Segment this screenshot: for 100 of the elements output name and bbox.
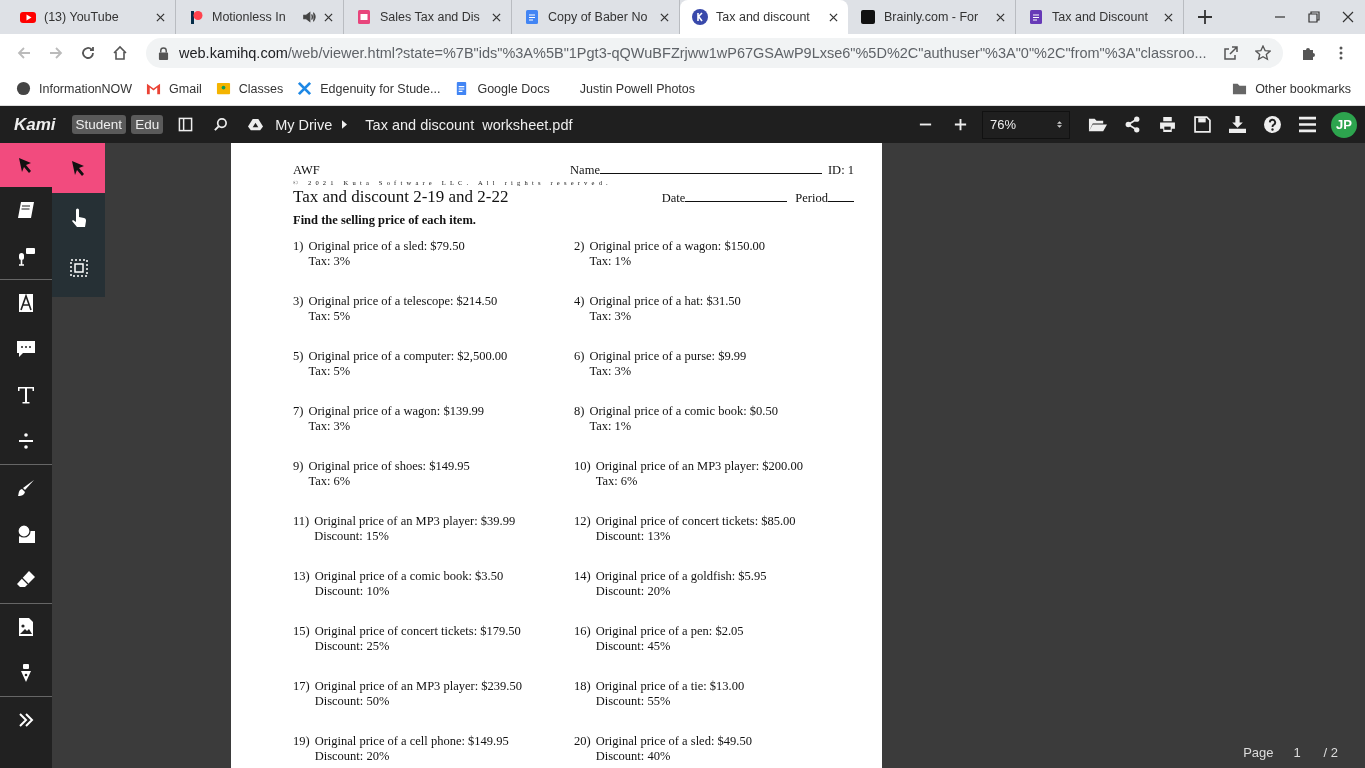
problem-number: 10) [574, 459, 591, 475]
problem-rate: Discount: 45% [595, 639, 672, 654]
bookmark[interactable]: Justin Powell Photos [563, 81, 696, 96]
k-logo-icon [692, 9, 708, 25]
problem-text: Original price of a goldfish: $5.95 [595, 569, 767, 584]
restore-icon[interactable] [1308, 11, 1320, 23]
print-icon[interactable] [1158, 116, 1177, 133]
browser-tab[interactable]: Tax and discount [680, 0, 848, 34]
period-label: Period [795, 191, 828, 206]
url-text: web.kamihq.com/web/viewer.html?state=%7B"ids"%3A%5B"1Pgt3-qQWuBFZrjww1wP67GSAwP9Lxse6"%5D%2C"authuser"%3A"0"%2C"from"%3A"classroo... [179, 45, 1207, 61]
problem-text: Original price of a comic book: $0.50 [589, 404, 778, 419]
tab-title: Copy of Baber No [548, 10, 649, 24]
problem-rate: Discount: 50% [314, 694, 391, 709]
lock-icon [158, 46, 169, 60]
caret-icon[interactable] [342, 120, 348, 129]
problem-number: 8) [574, 404, 585, 420]
problem-rate: Tax: 5% [308, 364, 352, 379]
worksheet-title: Tax and discount 2-19 and 2-22 [293, 187, 509, 207]
comment-icon [16, 339, 36, 359]
instructions: Find the selling price of each item. [293, 213, 477, 228]
problem-text: Original price of a purse: $9.99 [589, 349, 747, 364]
eraser-icon [16, 570, 36, 590]
breadcrumb-link[interactable]: My Drive [275, 116, 333, 133]
problem-text: Original price of an MP3 player: $200.00 [595, 459, 803, 474]
tab-title: Motionless In [212, 10, 287, 24]
save-icon[interactable] [1193, 116, 1212, 133]
other-bookmarks[interactable]: Other bookmarks [1232, 81, 1351, 96]
home-icon[interactable] [112, 45, 128, 61]
date-label: Date [661, 191, 686, 206]
problem-rate: Discount: 25% [314, 639, 391, 654]
problem-number: 9) [293, 459, 304, 475]
sidebar-icon[interactable] [178, 117, 194, 132]
speaker-icon[interactable] [302, 10, 316, 24]
problem-rate: Discount: 40% [595, 749, 672, 764]
search-icon[interactable] [213, 117, 229, 132]
help-icon[interactable] [1263, 116, 1282, 133]
share-icon[interactable] [1123, 116, 1142, 133]
close-icon[interactable] [829, 12, 838, 22]
worksheet-id: ID: 1 [827, 163, 854, 178]
close-icon[interactable] [996, 12, 1005, 22]
document-icon [356, 9, 372, 25]
folder-icon[interactable] [1088, 116, 1107, 133]
brush-icon [16, 478, 36, 498]
bookmark[interactable]: Edgenuity for Stude... [297, 81, 441, 96]
tab-title: (13) YouTube [44, 10, 120, 24]
document-icon [1028, 9, 1044, 25]
problem-text: Original price of a tie: $13.00 [595, 679, 745, 694]
problem-text: Original price of a wagon: $139.99 [308, 404, 485, 419]
close-icon[interactable] [1164, 12, 1173, 22]
close-icon[interactable] [324, 12, 333, 22]
problem-number: 19) [293, 734, 310, 750]
close-icon[interactable] [492, 12, 501, 22]
file-name: Tax and discount worksheet.pdf [365, 116, 573, 133]
problem-number: 18) [574, 679, 591, 695]
shapes-icon [16, 524, 36, 544]
problem-rate: Tax: 3% [308, 419, 352, 434]
problem-text: Original price of a cell phone: $149.95 [314, 734, 509, 749]
problem-rate: Tax: 3% [589, 309, 633, 324]
new-tab-icon[interactable] [1198, 10, 1212, 24]
close-icon[interactable] [660, 12, 669, 22]
bookmark[interactable]: Classes [215, 81, 284, 96]
account-badge: Edu [131, 115, 164, 134]
problem-text: Original price of a pen: $2.05 [595, 624, 744, 639]
reload-icon[interactable] [80, 45, 96, 61]
bookmark[interactable]: Google Docs [454, 81, 550, 96]
microphone-icon [16, 246, 36, 266]
name-label: Name [570, 163, 600, 178]
bookmark[interactable]: InformationNOW [16, 81, 133, 96]
zoom-select[interactable]: 76% [982, 110, 1070, 139]
problem-text: Original price of an MP3 player: $239.50 [314, 679, 522, 694]
folder-icon [1232, 81, 1248, 96]
problem-number: 17) [293, 679, 310, 695]
close-icon[interactable] [1342, 11, 1354, 23]
problem-number: 5) [293, 349, 304, 365]
page-number-field[interactable]: 1 [1293, 745, 1304, 760]
problem-text: Original price of a sled: $79.50 [308, 239, 465, 254]
zoom-in-icon[interactable] [953, 117, 968, 132]
star-icon[interactable] [1255, 45, 1271, 61]
puzzle-icon[interactable] [1301, 45, 1317, 61]
problem-number: 1) [293, 239, 304, 255]
bookmark[interactable]: Gmail [146, 81, 202, 96]
address-bar[interactable]: web.kamihq.com/web/viewer.html?state=%7B"ids"%3A%5B"1Pgt3-qQWuBFZrjww1wP67GSAwP9Lxse6"%5D%2C"authuser"%3A"0"%2C"from"%3A"classroo... [146, 38, 1283, 68]
problem-rate: Discount: 10% [314, 584, 391, 599]
menu-icon[interactable] [1298, 116, 1317, 133]
problem-text: Original price of a sled: $49.50 [595, 734, 752, 749]
kami-logo[interactable]: Kami [14, 114, 56, 135]
p-logo-icon [188, 9, 204, 25]
tab-title: Tax and discount [716, 10, 811, 24]
document-icon [524, 9, 540, 25]
problem-rate: Tax: 3% [589, 364, 633, 379]
problem-number: 3) [293, 294, 304, 310]
problem-number: 15) [293, 624, 310, 640]
problem-number: 4) [574, 294, 585, 310]
download-icon[interactable] [1228, 116, 1247, 133]
problem-text: Original price of a wagon: $150.00 [589, 239, 766, 254]
close-icon[interactable] [156, 12, 165, 22]
drive-icon[interactable] [248, 117, 264, 132]
problem-number: 13) [293, 569, 310, 585]
open-in-app-icon[interactable] [1223, 45, 1239, 61]
tab-title: Sales Tax and Dis [380, 10, 481, 24]
